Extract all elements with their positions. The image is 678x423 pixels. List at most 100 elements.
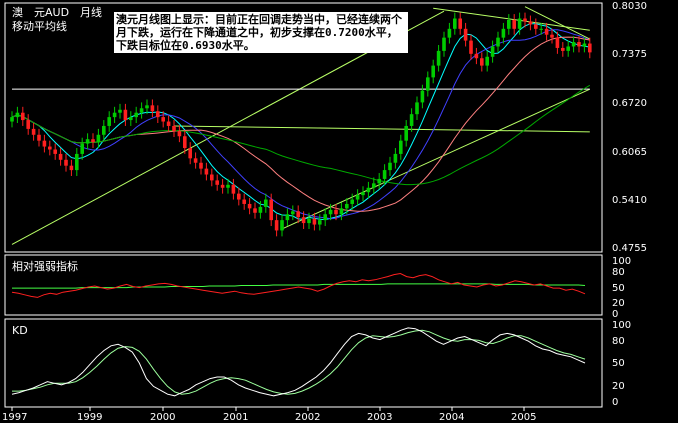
candle-body	[26, 120, 30, 129]
chart-title: 澳 元AUD 月线	[12, 5, 102, 19]
candle-body	[296, 211, 300, 218]
candle-body	[350, 199, 354, 204]
candle-body	[42, 140, 47, 147]
candle-body	[150, 105, 155, 112]
year-label-2000: 2000	[150, 412, 175, 423]
rsi-tick-50: 50	[612, 283, 625, 294]
candle-body	[415, 102, 419, 115]
candle-body	[134, 112, 138, 118]
candle-body	[409, 114, 414, 126]
candle-body	[193, 158, 198, 163]
candle-body	[188, 148, 192, 159]
candle-body	[75, 153, 79, 171]
kd-tick-80: 80	[612, 336, 625, 347]
kd-tick-0: 0	[612, 397, 618, 408]
candle-body	[458, 18, 462, 29]
candle-body	[123, 109, 128, 121]
candle-body	[372, 183, 376, 188]
candle-body	[58, 153, 63, 160]
candle-body	[107, 117, 111, 126]
candle-body	[102, 125, 106, 135]
candle-body	[312, 218, 317, 225]
candle-body	[264, 199, 268, 207]
price-tick-0: 0.8030	[612, 1, 647, 12]
candle-body	[463, 28, 468, 41]
candle-body	[166, 121, 171, 126]
candle-body	[523, 18, 527, 22]
year-label-2003: 2003	[367, 412, 392, 423]
candle-body	[404, 125, 408, 141]
candle-body	[361, 192, 365, 196]
candle-body	[399, 140, 403, 154]
candle-body	[480, 58, 484, 66]
candle-body	[53, 149, 57, 154]
candle-body	[534, 24, 538, 29]
candle-body	[388, 162, 392, 171]
candle-body	[323, 214, 327, 221]
candle-body	[274, 220, 279, 231]
candle-body	[501, 28, 506, 38]
rsi-tick-0: 0	[612, 309, 618, 320]
candle-body	[172, 125, 176, 132]
candle-body	[37, 134, 41, 141]
candle-body	[561, 47, 565, 51]
rsi-tick-20: 20	[612, 298, 625, 309]
price-tick-4: 0.5410	[612, 195, 647, 206]
candle-body	[517, 18, 522, 29]
candle-body	[328, 209, 333, 215]
candle-body	[253, 208, 257, 213]
candle-body	[436, 50, 441, 66]
candle-body	[339, 208, 344, 215]
year-label-2001: 2001	[223, 412, 248, 423]
candle-body	[80, 143, 84, 154]
candle-body	[199, 162, 203, 169]
candle-body	[366, 187, 371, 193]
candle-body	[474, 53, 479, 59]
candle-body	[544, 28, 549, 35]
candle-body	[156, 111, 160, 118]
candle-body	[129, 117, 133, 121]
candle-body	[31, 128, 36, 135]
candle-body	[582, 43, 587, 47]
candle-body	[210, 174, 214, 181]
candle-body	[177, 131, 182, 137]
aud-monthly-chart: 澳 元AUD 月线 移动平均线 相对强弱指标 KD 0.8030 0.7375 …	[0, 0, 678, 423]
price-tick-1: 0.7375	[612, 49, 647, 60]
analysis-annotation: 澳元月线图上显示：目前正在回调走势当中，已经连续两个月下跌，运行在下降通道之中，…	[114, 12, 408, 53]
candle-body	[507, 19, 511, 29]
candle-body	[512, 19, 516, 29]
candle-body	[496, 37, 500, 47]
candle-body	[566, 46, 570, 51]
candle-body	[447, 28, 452, 38]
price-tick-2: 0.6720	[612, 98, 647, 109]
candle-body	[318, 220, 322, 225]
candle-body	[431, 65, 435, 78]
candle-body	[15, 112, 20, 118]
kd-tick-20: 20	[612, 381, 625, 392]
candle-body	[85, 139, 90, 144]
candle-body	[393, 153, 398, 163]
candle-body	[571, 42, 576, 47]
candle-body	[442, 37, 446, 51]
candle-body	[247, 203, 252, 209]
candle-body	[345, 203, 349, 209]
candle-body	[231, 184, 236, 194]
candle-body	[382, 170, 387, 179]
candle-body	[588, 43, 592, 53]
candle-body	[183, 136, 187, 149]
price-tick-5: 0.4755	[612, 243, 647, 254]
rsi-tick-80: 80	[612, 267, 625, 278]
candle-body	[377, 178, 381, 184]
candle-body	[96, 134, 101, 143]
candle-body	[237, 193, 241, 200]
candle-body	[355, 195, 360, 200]
candle-body	[215, 180, 219, 185]
candle-body	[280, 220, 284, 231]
candle-body	[577, 42, 581, 47]
candle-body	[226, 184, 230, 188]
candle-body	[21, 112, 25, 121]
candle-body	[426, 77, 430, 91]
candle-body	[64, 159, 68, 166]
candle-body	[48, 146, 52, 150]
candle-body	[291, 211, 295, 215]
